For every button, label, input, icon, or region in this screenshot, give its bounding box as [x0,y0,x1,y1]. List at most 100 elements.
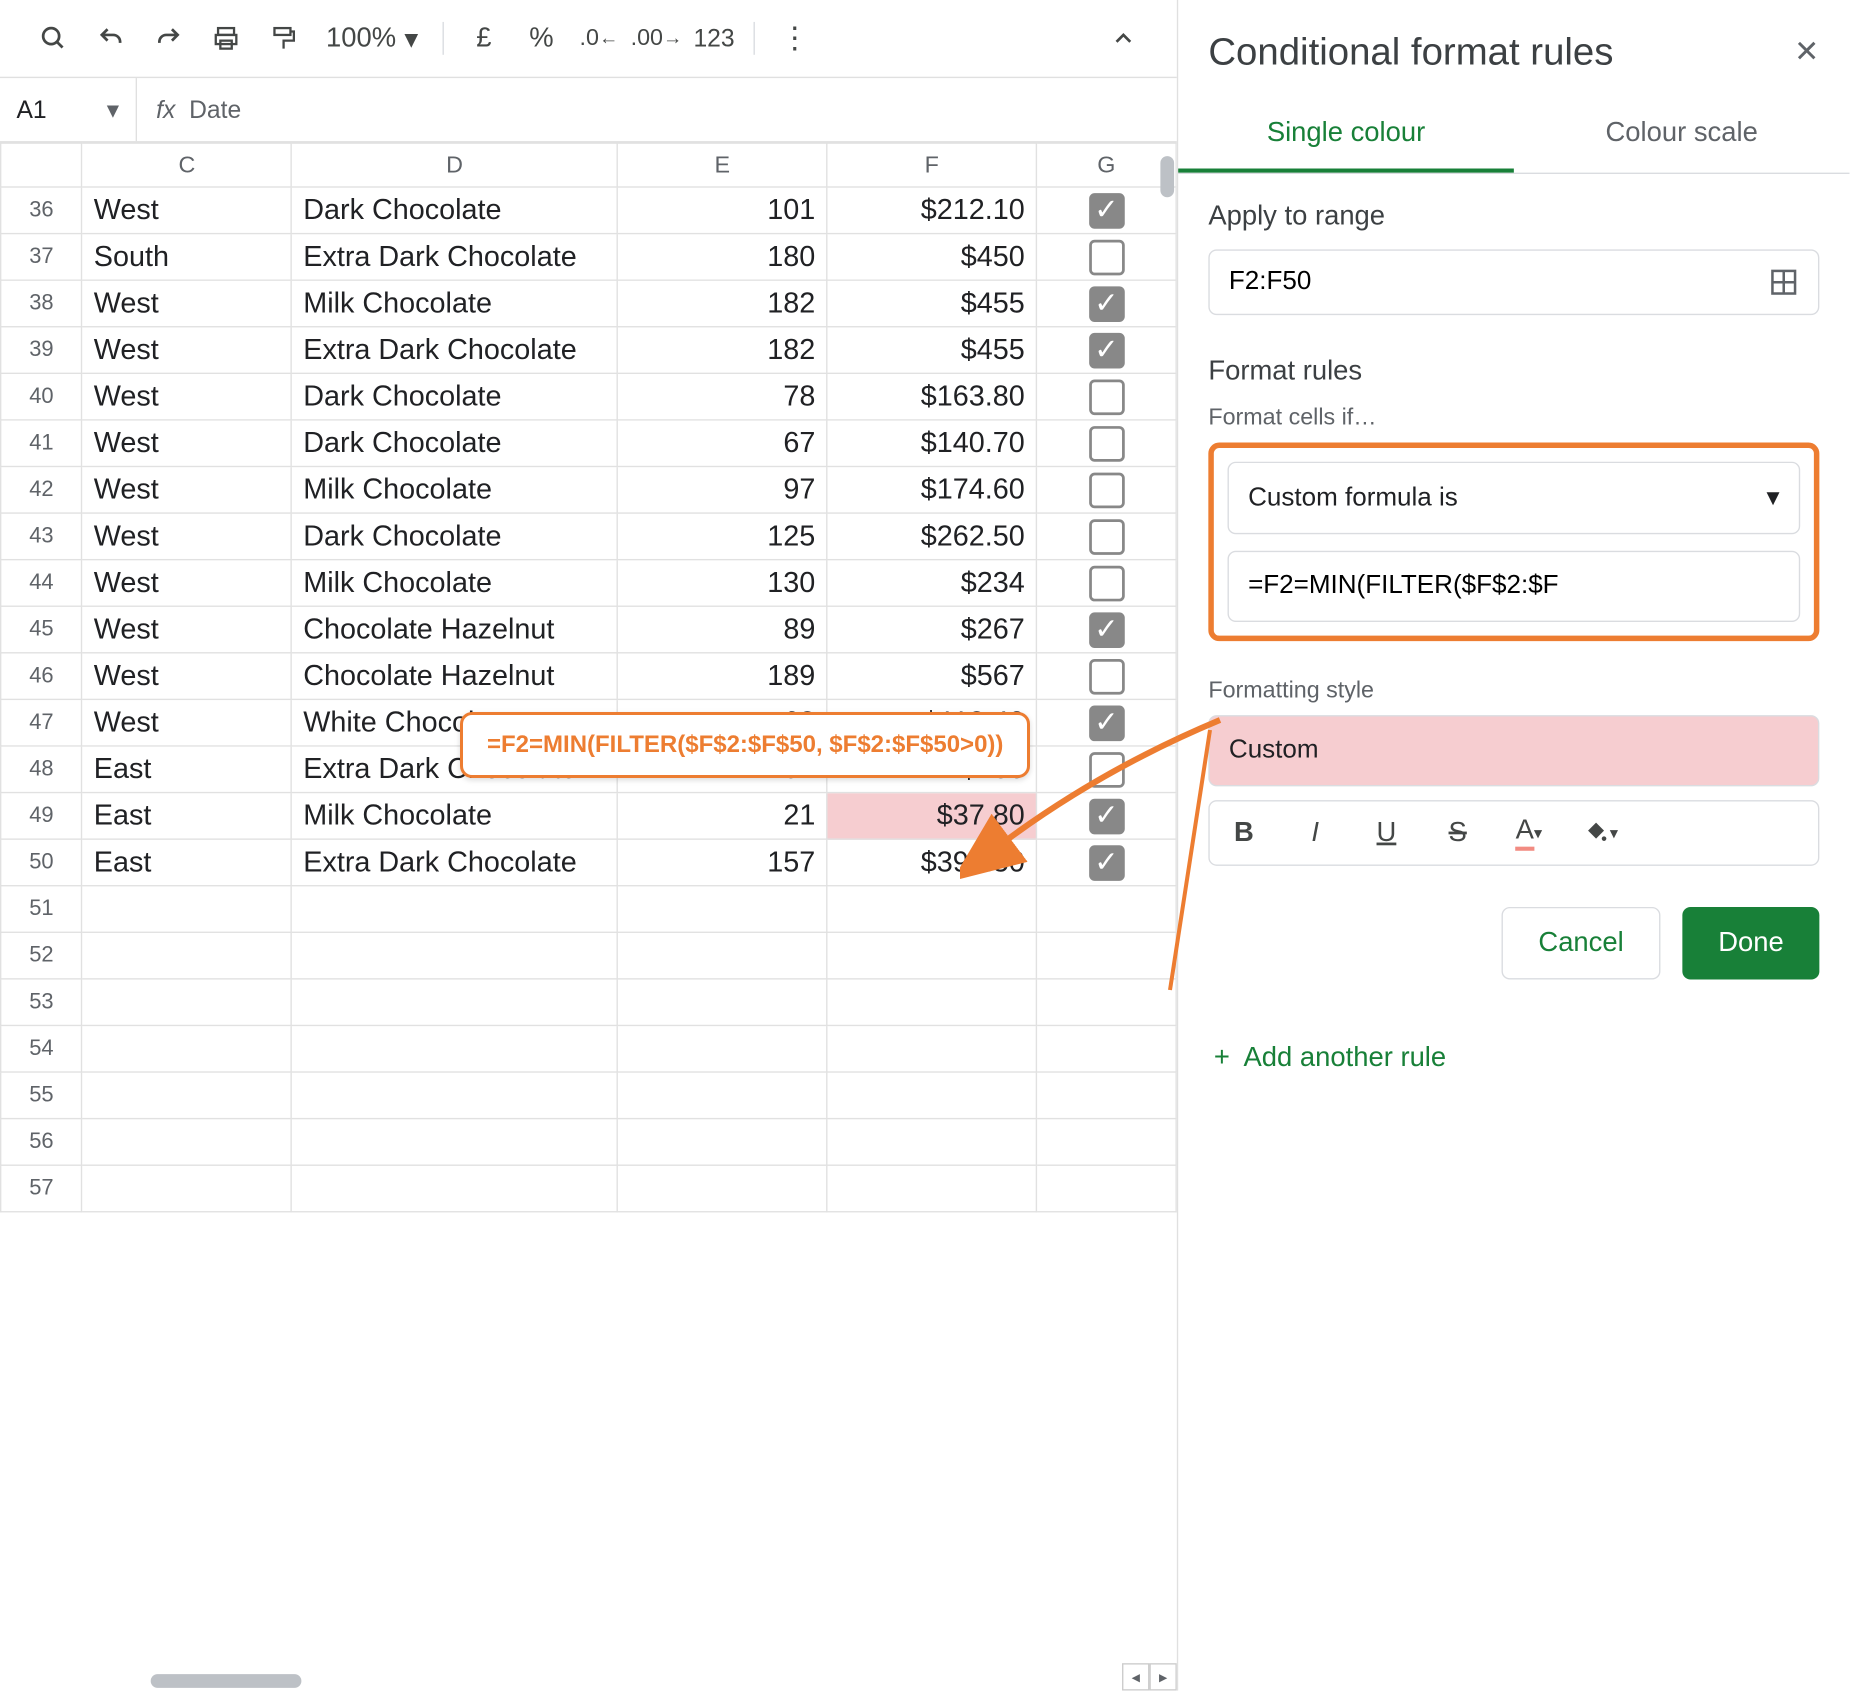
row-header[interactable]: 39 [1,327,82,374]
cell[interactable]: 67 [617,420,826,467]
checkbox[interactable] [1088,519,1124,555]
cell[interactable]: West [82,420,291,467]
cancel-button[interactable]: Cancel [1501,907,1660,980]
row-header[interactable]: 51 [1,886,82,933]
add-another-rule[interactable]: +Add another rule [1208,1029,1819,1088]
search-icon[interactable] [27,12,79,64]
cell[interactable]: $267 [827,606,1036,653]
italic-icon[interactable]: I [1292,810,1339,857]
cell[interactable]: Chocolate Hazelnut [292,653,618,700]
formula-input[interactable] [1228,551,1801,622]
checkbox[interactable]: ✓ [1088,612,1124,648]
cell[interactable]: West [82,466,291,513]
row-header[interactable]: 54 [1,1025,82,1072]
paint-format-icon[interactable] [258,12,310,64]
scroll-right-icon[interactable]: ▸ [1149,1663,1176,1690]
row-header[interactable]: 37 [1,234,82,281]
cell[interactable]: 182 [617,280,826,327]
cell[interactable]: West [82,187,291,234]
cell[interactable]: East [82,839,291,886]
cell[interactable]: 125 [617,513,826,560]
cell[interactable] [617,1025,826,1072]
row-header[interactable]: 55 [1,1072,82,1119]
cell[interactable] [1036,513,1176,560]
cell[interactable]: West [82,513,291,560]
cell[interactable]: $262.50 [827,513,1036,560]
cell[interactable]: 97 [617,466,826,513]
checkbox[interactable] [1088,379,1124,415]
name-box[interactable]: A1 ▾ [0,78,137,141]
cell[interactable] [292,886,618,933]
row-header[interactable]: 45 [1,606,82,653]
cell[interactable]: 130 [617,560,826,607]
cell[interactable]: South [82,234,291,281]
cell[interactable]: 89 [617,606,826,653]
percent-icon[interactable]: % [515,12,567,64]
row-header[interactable]: 43 [1,513,82,560]
row-header[interactable]: 36 [1,187,82,234]
cell[interactable]: 189 [617,653,826,700]
cell[interactable]: $140.70 [827,420,1036,467]
done-button[interactable]: Done [1683,907,1820,980]
cell[interactable]: Dark Chocolate [292,420,618,467]
cell[interactable] [617,979,826,1026]
checkbox[interactable]: ✓ [1088,286,1124,322]
scrollbar-vertical[interactable] [1160,156,1174,197]
cell[interactable] [1036,1165,1176,1212]
cell[interactable]: $455 [827,327,1036,374]
row-header[interactable]: 50 [1,839,82,886]
cell[interactable]: $212.10 [827,187,1036,234]
row-header[interactable]: 42 [1,466,82,513]
cell[interactable] [82,1025,291,1072]
cell[interactable]: West [82,653,291,700]
checkbox[interactable] [1088,565,1124,601]
cell[interactable] [82,1165,291,1212]
cell[interactable]: Milk Chocolate [292,560,618,607]
column-header[interactable]: D [292,143,618,187]
cell[interactable] [617,1072,826,1119]
select-range-icon[interactable] [1769,267,1799,297]
column-header[interactable]: G [1036,143,1176,187]
decrease-decimal-icon[interactable]: .0← [573,12,625,64]
row-header[interactable]: 44 [1,560,82,607]
redo-icon[interactable] [142,12,194,64]
checkbox[interactable] [1088,425,1124,461]
cell[interactable]: Milk Chocolate [292,793,618,840]
cell[interactable]: West [82,280,291,327]
cell[interactable]: Dark Chocolate [292,513,618,560]
cell[interactable]: East [82,793,291,840]
cell[interactable]: $450 [827,234,1036,281]
cell[interactable] [1036,466,1176,513]
cell[interactable] [1036,420,1176,467]
column-header[interactable]: F [827,143,1036,187]
more-icon[interactable]: ⋮ [769,12,821,64]
column-header[interactable]: C [82,143,291,187]
cell[interactable] [617,886,826,933]
row-header[interactable]: 46 [1,653,82,700]
cell[interactable] [292,1165,618,1212]
cell[interactable] [292,1119,618,1166]
row-header[interactable]: 38 [1,280,82,327]
cell[interactable]: West [82,327,291,374]
cell[interactable]: $174.60 [827,466,1036,513]
cell[interactable] [1036,234,1176,281]
row-header[interactable]: 56 [1,1119,82,1166]
cell[interactable]: Dark Chocolate [292,187,618,234]
row-header[interactable]: 48 [1,746,82,793]
cell[interactable] [292,1025,618,1072]
cell[interactable] [292,1072,618,1119]
cell[interactable]: Dark Chocolate [292,373,618,420]
cell[interactable]: ✓ [1036,327,1176,374]
underline-icon[interactable]: U [1363,810,1410,857]
row-header[interactable]: 47 [1,699,82,746]
cell[interactable] [82,932,291,979]
cell[interactable] [292,932,618,979]
cell[interactable]: ✓ [1036,606,1176,653]
currency-gbp-icon[interactable]: £ [458,12,510,64]
cell[interactable]: Extra Dark Chocolate [292,327,618,374]
cell[interactable] [82,1072,291,1119]
cell[interactable] [827,1165,1036,1212]
row-header[interactable]: 49 [1,793,82,840]
formula-bar[interactable]: Date [189,95,241,124]
style-preview[interactable]: Custom [1208,715,1819,786]
